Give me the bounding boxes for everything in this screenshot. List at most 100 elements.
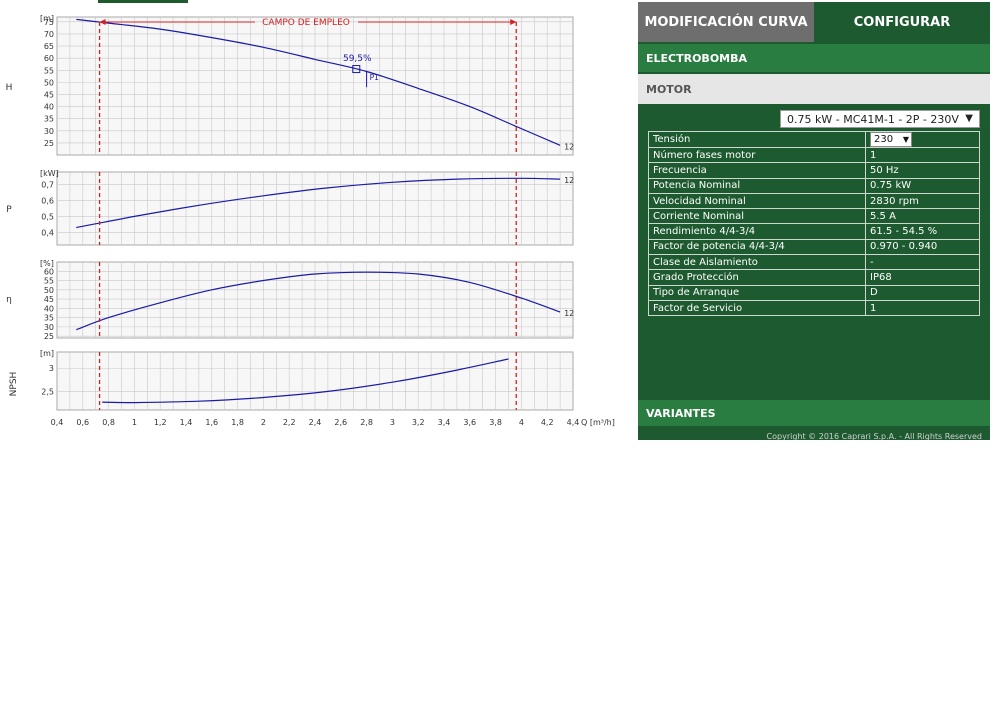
pump-performance-charts: 2530354045505560657075[m]H12CAMPO DE EMP… xyxy=(6,14,615,427)
table-row: Corriente Nominal 5.5 A xyxy=(648,208,980,225)
y-tick-label: 2,5 xyxy=(41,387,54,396)
axis-unit: [m] xyxy=(40,14,54,23)
y-tick-label: 30 xyxy=(44,323,54,332)
chevron-down-icon: ▼ xyxy=(965,113,973,124)
property-value: 61.5 - 54.5 % xyxy=(865,223,980,240)
copyright-text: Copyright © 2016 Caprari S.p.A. - All Ri… xyxy=(766,432,982,440)
table-row: Factor de Servicio 1 xyxy=(648,299,980,317)
x-tick-label: 3 xyxy=(390,418,395,427)
point-label: P1 xyxy=(370,73,380,82)
x-tick-label: 0,6 xyxy=(76,418,89,427)
property-value: 230 ▼ xyxy=(865,131,980,148)
property-value: 0.75 kW xyxy=(865,177,980,194)
x-tick-label: 3,8 xyxy=(489,418,502,427)
property-value: D xyxy=(865,284,980,301)
axis-label: P xyxy=(6,205,12,215)
campo-empleo-label: CAMPO DE EMPLEO xyxy=(262,18,350,28)
y-tick-label: 30 xyxy=(44,127,54,136)
series-label: 12 xyxy=(564,309,574,318)
table-row: Número fases motor 1 xyxy=(648,146,980,164)
y-tick-label: 35 xyxy=(44,314,54,323)
y-tick-label: 3 xyxy=(49,364,54,373)
axis-label: H xyxy=(6,83,13,93)
property-label: Factor de Servicio xyxy=(648,299,866,317)
section-variantes[interactable]: VARIANTES xyxy=(638,400,990,426)
y-tick-label: 55 xyxy=(44,277,54,286)
y-tick-label: 0,5 xyxy=(41,212,54,221)
motor-properties-table: Tensión 230 ▼ Número fases motor 1 Frecuencia… xyxy=(648,131,980,317)
property-label: Clase de Aislamiento xyxy=(648,254,866,271)
series-label: 12 xyxy=(564,176,574,185)
x-tick-label: 1,4 xyxy=(180,418,193,427)
y-tick-label: 45 xyxy=(44,90,54,99)
y-tick-label: 0,4 xyxy=(41,228,54,237)
x-tick-label: 1,8 xyxy=(231,418,244,427)
property-label: Factor de potencia 4/4-3/4 xyxy=(648,238,866,256)
y-tick-label: 45 xyxy=(44,295,54,304)
property-label: Número fases motor xyxy=(648,146,866,164)
table-row: Tipo de Arranque D xyxy=(648,284,980,301)
axis-unit: [kW] xyxy=(40,169,59,178)
y-tick-label: 40 xyxy=(44,304,54,313)
section-electrobomba[interactable]: ELECTROBOMBA xyxy=(638,44,990,72)
x-tick-label: 4,2 xyxy=(541,418,554,427)
table-row: Rendimiento 4/4-3/4 61.5 - 54.5 % xyxy=(648,223,980,240)
x-tick-label: 2,8 xyxy=(360,418,373,427)
panel-tabs: MODIFICACIÓN CURVA CONFIGURAR xyxy=(638,2,990,42)
x-tick-label: 2,2 xyxy=(283,418,296,427)
efficiency-label: 59,5% xyxy=(343,54,372,64)
y-tick-label: 65 xyxy=(44,42,54,51)
x-tick-label: 1,6 xyxy=(205,418,218,427)
section-motor[interactable]: MOTOR xyxy=(638,74,990,104)
chevron-down-icon: ▼ xyxy=(902,135,909,144)
axis-label: NPSH xyxy=(9,372,19,397)
property-value: - xyxy=(865,254,980,271)
x-tick-label: 3,2 xyxy=(412,418,425,427)
y-tick-label: 50 xyxy=(44,286,54,295)
x-axis-label: Q [m³/h] xyxy=(581,418,615,427)
y-tick-label: 60 xyxy=(44,267,54,276)
motor-model-select[interactable]: 0.75 kW - MC41M-1 - 2P - 230V ▼ xyxy=(780,110,980,128)
property-label: Tensión xyxy=(648,131,866,148)
tension-value: 230 xyxy=(874,134,894,145)
axis-unit: [m] xyxy=(40,349,54,358)
property-value: 50 Hz xyxy=(865,162,980,179)
y-tick-label: 70 xyxy=(44,30,54,39)
property-value: 2830 rpm xyxy=(865,192,980,210)
x-tick-label: 2,6 xyxy=(334,418,347,427)
y-tick-label: 0,6 xyxy=(41,197,54,206)
property-label: Corriente Nominal xyxy=(648,208,866,225)
table-row: Clase de Aislamiento - xyxy=(648,254,980,271)
axis-unit: [%] xyxy=(40,259,54,268)
y-tick-label: 25 xyxy=(44,139,54,148)
property-value: 0.970 - 0.940 xyxy=(865,238,980,256)
motor-model-value: 0.75 kW - MC41M-1 - 2P - 230V xyxy=(787,112,959,126)
table-row: Factor de potencia 4/4-3/4 0.970 - 0.940 xyxy=(648,238,980,256)
property-value: IP68 xyxy=(865,269,980,286)
y-tick-label: 55 xyxy=(44,66,54,75)
x-tick-label: 4 xyxy=(519,418,524,427)
property-label: Grado Protección xyxy=(648,269,866,286)
x-tick-label: 2 xyxy=(261,418,266,427)
x-tick-label: 1,2 xyxy=(154,418,167,427)
x-tick-label: 4,4 xyxy=(567,418,580,427)
y-tick-label: 40 xyxy=(44,103,54,112)
table-row: Potencia Nominal 0.75 kW xyxy=(648,177,980,194)
y-tick-label: 35 xyxy=(44,115,54,124)
table-row: Tensión 230 ▼ xyxy=(648,131,980,148)
table-row: Velocidad Nominal 2830 rpm xyxy=(648,192,980,210)
x-tick-label: 0,8 xyxy=(102,418,115,427)
series-label: 12 xyxy=(564,142,574,151)
table-row: Grado Protección IP68 xyxy=(648,269,980,286)
property-label: Frecuencia xyxy=(648,162,866,179)
tab-modificacion-curva[interactable]: MODIFICACIÓN CURVA xyxy=(638,2,814,42)
x-tick-label: 2,4 xyxy=(309,418,322,427)
tab-configurar[interactable]: CONFIGURAR xyxy=(814,2,990,42)
x-tick-label: 1 xyxy=(132,418,137,427)
property-label: Potencia Nominal xyxy=(648,177,866,194)
tension-select[interactable]: 230 ▼ xyxy=(870,132,912,147)
property-value: 5.5 A xyxy=(865,208,980,225)
x-tick-label: 3,6 xyxy=(463,418,476,427)
property-label: Tipo de Arranque xyxy=(648,284,866,301)
x-tick-label: 3,4 xyxy=(438,418,451,427)
